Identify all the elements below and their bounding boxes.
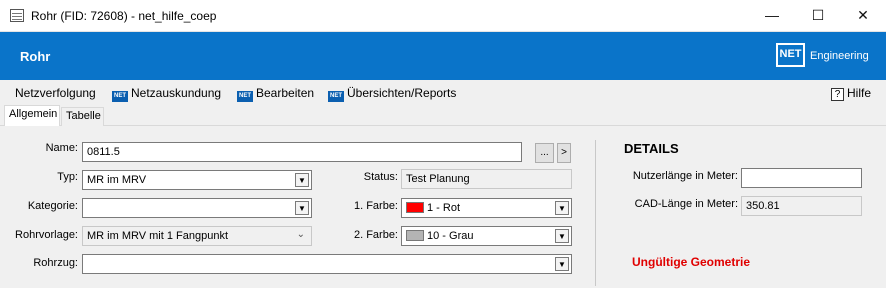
chevron-down-icon[interactable]: ▼ — [295, 201, 309, 215]
menu-uebersichten-reports[interactable]: NET Übersichten/Reports — [328, 86, 456, 102]
chevron-down-icon[interactable]: ▼ — [555, 229, 569, 243]
cad-laenge-label: CAD-Länge in Meter: — [634, 198, 738, 210]
header-banner: Rohr NET Engineering — [0, 32, 886, 80]
chevron-down-icon[interactable]: ▼ — [555, 201, 569, 215]
nutzerlaenge-input[interactable] — [741, 168, 862, 188]
chevron-down-icon[interactable]: ▼ — [295, 173, 309, 187]
net-icon: NET — [237, 91, 253, 102]
minimize-button[interactable]: — — [749, 0, 795, 32]
rohrvorlage-label: Rohrvorlage: — [15, 229, 78, 241]
tab-strip: Allgemein Tabelle — [0, 105, 886, 126]
status-label: Status: — [363, 171, 398, 183]
menu-label: Hilfe — [847, 86, 872, 100]
nutzerlaenge-label: Nutzerlänge in Meter: — [632, 170, 738, 182]
farbe2-label: 2. Farbe: — [353, 229, 398, 241]
page-title: Rohr — [20, 49, 51, 64]
window-title: Rohr (FID: 72608) - net_hilfe_coep — [31, 9, 217, 23]
window-app-icon — [10, 9, 24, 22]
tab-allgemein[interactable]: Allgemein — [4, 105, 60, 126]
farbe2-value: 10 - Grau — [427, 230, 474, 242]
menu-netzverfolgung[interactable]: Netzverfolgung — [15, 86, 96, 100]
net-icon: NET — [112, 91, 128, 102]
panel-divider — [595, 140, 596, 286]
kategorie-label: Kategorie: — [27, 200, 78, 212]
menu-bearbeiten[interactable]: NET Bearbeiten — [237, 86, 314, 102]
name-label: Name: — [45, 142, 78, 154]
cad-laenge-field: 350.81 — [741, 196, 862, 216]
menu-hilfe[interactable]: ? Hilfe — [831, 86, 871, 101]
geometry-error-text: Ungültige Geometrie — [632, 255, 751, 269]
menu-netzauskundung[interactable]: NET Netzauskundung — [112, 86, 221, 102]
menu-bar: Netzverfolgung NET Netzauskundung NET Bear… — [0, 80, 886, 106]
typ-value: MR im MRV — [87, 174, 147, 186]
net-icon: NET — [328, 91, 344, 102]
menu-label: Übersichten/Reports — [347, 86, 457, 100]
chevron-down-icon[interactable]: ▼ — [555, 257, 569, 271]
window-titlebar: Rohr (FID: 72608) - net_hilfe_coep — ☐ ✕ — [0, 0, 886, 32]
logo-text: Engineering — [810, 50, 869, 62]
farbe1-label: 1. Farbe: — [353, 200, 398, 212]
menu-label: Bearbeiten — [256, 86, 315, 100]
chevron-down-icon: ⌄ — [296, 229, 305, 240]
form-panel: Name: 0811.5 ... > Typ: MR im MRV ▼ Kate… — [0, 126, 886, 288]
typ-label: Typ: — [57, 171, 78, 183]
name-next-button[interactable]: > — [557, 143, 571, 163]
farbe2-select[interactable]: 10 - Grau ▼ — [401, 226, 572, 246]
rohrvorlage-select[interactable]: MR im MRV mit 1 Fangpunkt ⌄ — [82, 226, 312, 246]
net-logo-icon: NET — [776, 43, 805, 67]
rohrzug-select[interactable]: ▼ — [82, 254, 572, 274]
tab-tabelle[interactable]: Tabelle — [61, 107, 104, 126]
close-button[interactable]: ✕ — [840, 0, 886, 32]
rohrzug-label: Rohrzug: — [33, 257, 78, 269]
color-swatch — [406, 202, 424, 213]
kategorie-select[interactable]: ▼ — [82, 198, 312, 218]
rohrvorlage-value: MR im MRV mit 1 Fangpunkt — [87, 230, 229, 242]
help-icon: ? — [831, 88, 844, 101]
farbe1-value: 1 - Rot — [427, 202, 461, 214]
maximize-button[interactable]: ☐ — [795, 0, 841, 32]
name-browse-button[interactable]: ... — [535, 143, 554, 163]
menu-label: Netzverfolgung — [15, 86, 96, 100]
name-input[interactable]: 0811.5 — [82, 142, 522, 162]
menu-label: Netzauskundung — [131, 86, 222, 100]
details-title: DETAILS — [624, 141, 679, 156]
farbe1-select[interactable]: 1 - Rot ▼ — [401, 198, 572, 218]
status-field: Test Planung — [401, 169, 572, 189]
color-swatch — [406, 230, 424, 241]
typ-select[interactable]: MR im MRV ▼ — [82, 170, 312, 190]
